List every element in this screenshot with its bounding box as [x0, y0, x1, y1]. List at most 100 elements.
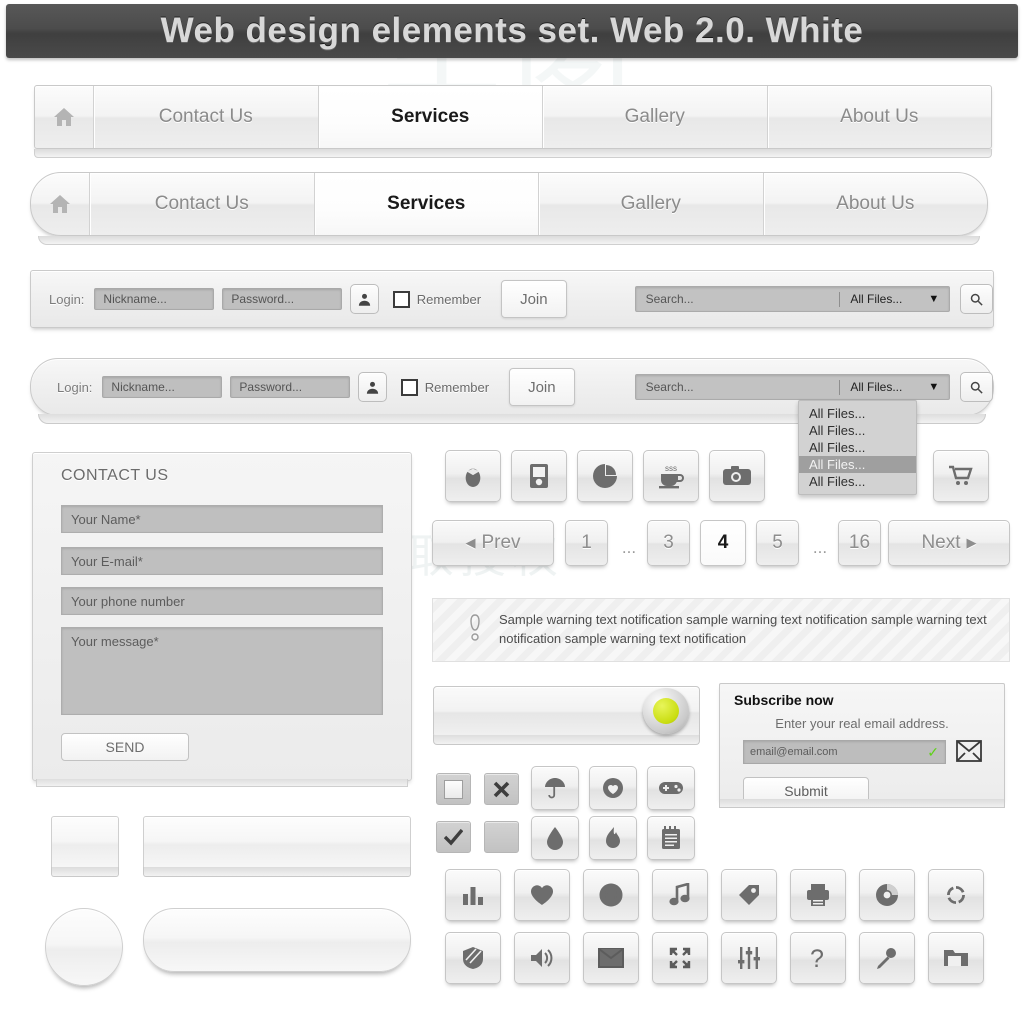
remember-checkbox-rounded[interactable]	[401, 378, 418, 396]
nav-item-contact-us-rounded[interactable]: Contact Us	[89, 173, 314, 235]
wide-button-blank[interactable]	[143, 816, 411, 870]
camera-icon-button[interactable]	[709, 450, 765, 502]
checkbox-empty[interactable]	[436, 773, 471, 805]
password-input[interactable]: Password...	[222, 288, 343, 310]
shield-icon-button[interactable]	[445, 932, 501, 984]
pagination-page-1[interactable]: 1	[565, 520, 608, 566]
nav-item-about-us-rounded[interactable]: About Us	[762, 173, 988, 235]
notepad-icon-button[interactable]	[647, 816, 695, 860]
pagination-label: 5	[772, 532, 783, 553]
password-input-rounded[interactable]: Password...	[230, 376, 351, 398]
envelope-icon[interactable]	[956, 740, 982, 767]
user-icon-button-rounded[interactable]	[358, 372, 388, 402]
subscribe-hint: Enter your real email address.	[775, 716, 949, 731]
folder-icon-button[interactable]	[928, 932, 984, 984]
flame-icon-button[interactable]	[589, 816, 637, 860]
warning-notification: Sample warning text notification sample …	[432, 598, 1010, 662]
contact-form-title: CONTACT US	[61, 467, 169, 484]
nickname-input[interactable]: Nickname...	[94, 288, 215, 310]
square-button-blank[interactable]	[51, 816, 119, 870]
dropdown-item[interactable]: All Files...	[799, 473, 916, 490]
send-button[interactable]: SEND	[61, 733, 189, 761]
nav-label: Gallery	[620, 193, 681, 214]
mouse-icon-button[interactable]	[445, 450, 501, 502]
nav-item-services[interactable]: Services	[317, 86, 542, 148]
search-input-group-rounded[interactable]: Search... All Files... ▼	[634, 374, 951, 400]
expand-icon-button[interactable]	[652, 932, 708, 984]
sliders-icon-button[interactable]	[721, 932, 777, 984]
pagination-page-3[interactable]: 3	[647, 520, 690, 566]
nav-item-gallery-rounded[interactable]: Gallery	[538, 173, 763, 235]
speaker-icon-button[interactable]	[514, 932, 570, 984]
ellipsis-label: ...	[621, 538, 637, 557]
pagination-page-16[interactable]: 16	[838, 520, 881, 566]
pagination-prev[interactable]: ◀ Prev	[432, 520, 554, 566]
pie-chart-icon-button[interactable]	[577, 450, 633, 502]
filter-value: All Files...	[850, 380, 903, 394]
navbar-base-rounded	[38, 236, 980, 245]
email-field[interactable]: Your E-mail*	[61, 547, 383, 575]
nav-label: Services	[387, 193, 466, 214]
checkbox-cross[interactable]	[484, 773, 519, 805]
search-button-rounded[interactable]	[960, 372, 993, 402]
nav-label: Gallery	[624, 106, 685, 127]
printer-icon-button[interactable]	[790, 869, 846, 921]
music-note-icon-button[interactable]	[652, 869, 708, 921]
mp3-player-icon-button[interactable]	[511, 450, 567, 502]
nav-item-services-rounded[interactable]: Services	[313, 173, 538, 235]
nav-label: About Us	[836, 193, 915, 214]
user-icon-button[interactable]	[350, 284, 380, 314]
refresh-icon-button[interactable]	[928, 869, 984, 921]
checkbox-inner	[444, 779, 463, 799]
join-button-rounded[interactable]: Join	[509, 368, 575, 406]
name-field[interactable]: Your Name*	[61, 505, 383, 533]
circle-button-blank[interactable]	[45, 908, 123, 986]
pagination-page-5[interactable]: 5	[756, 520, 799, 566]
caret-down-icon[interactable]: ▼	[928, 381, 949, 393]
navbar-square: Contact Us Services Gallery About Us	[34, 85, 992, 158]
microphone-icon-button[interactable]	[859, 932, 915, 984]
dropdown-item[interactable]: All Files...	[799, 405, 916, 422]
globe-icon-button[interactable]	[583, 869, 639, 921]
nickname-input-rounded[interactable]: Nickname...	[102, 376, 223, 398]
nav-item-gallery[interactable]: Gallery	[542, 86, 767, 148]
search-button[interactable]	[960, 284, 993, 314]
subscribe-email-input[interactable]: email@email.com ✓	[743, 740, 946, 764]
filter-dropdown-menu[interactable]: All Files... All Files... All Files... A…	[798, 400, 917, 495]
coffee-cup-icon-button[interactable]: sss	[643, 450, 699, 502]
shopping-cart-icon-button[interactable]	[933, 450, 989, 502]
dropdown-item-selected[interactable]: All Files...	[799, 456, 916, 473]
pagination-label: 3	[663, 532, 674, 553]
gamepad-icon-button[interactable]	[647, 766, 695, 810]
phone-field[interactable]: Your phone number	[61, 587, 383, 615]
umbrella-icon-button[interactable]	[531, 766, 579, 810]
tag-icon-button[interactable]	[721, 869, 777, 921]
ellipsis-label: ...	[812, 538, 828, 557]
search-input-group[interactable]: Search... All Files... ▼	[634, 286, 951, 312]
nav-item-about-us[interactable]: About Us	[766, 86, 992, 148]
heart-icon-button[interactable]	[514, 869, 570, 921]
message-field[interactable]: Your message*	[61, 627, 383, 715]
pill-button-blank[interactable]	[143, 908, 411, 972]
question-icon-button[interactable]: ?	[790, 932, 846, 984]
checkbox-check[interactable]	[436, 821, 471, 853]
heart-circle-icon-button[interactable]	[589, 766, 637, 810]
slider-knob[interactable]	[643, 688, 689, 734]
droplet-icon-button[interactable]	[531, 816, 579, 860]
disc-icon-button[interactable]	[859, 869, 915, 921]
nav-item-contact-us[interactable]: Contact Us	[93, 86, 318, 148]
pagination-page-4-active[interactable]: 4	[700, 520, 746, 566]
nav-home-button[interactable]	[35, 86, 93, 148]
envelope-icon-button[interactable]	[583, 932, 639, 984]
caret-down-icon[interactable]: ▼	[928, 293, 949, 305]
remember-checkbox[interactable]	[393, 290, 410, 308]
warning-text: Sample warning text notification sample …	[499, 612, 987, 646]
pagination-next[interactable]: Next ▶	[888, 520, 1010, 566]
dropdown-item[interactable]: All Files...	[799, 422, 916, 439]
search-placeholder: Search...	[645, 380, 694, 394]
checkbox-filled[interactable]	[484, 821, 519, 853]
dropdown-item[interactable]: All Files...	[799, 439, 916, 456]
nav-home-button-rounded[interactable]	[31, 173, 89, 235]
join-button[interactable]: Join	[501, 280, 567, 318]
bar-chart-icon-button[interactable]	[445, 869, 501, 921]
